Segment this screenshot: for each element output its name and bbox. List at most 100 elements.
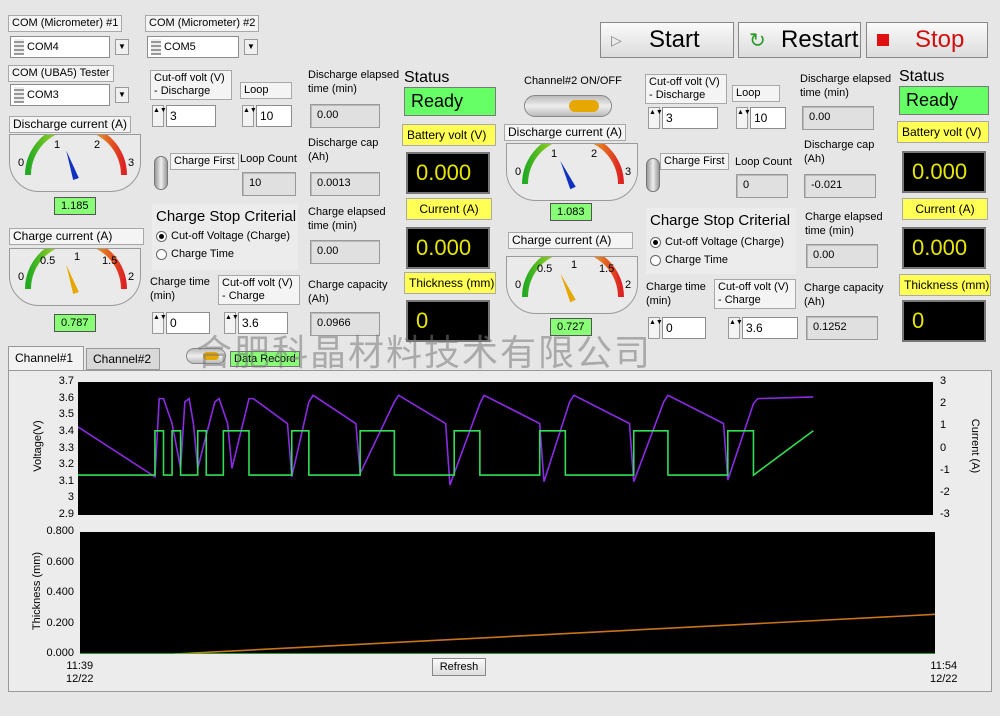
axis-tick-label: 2.9 [58,508,74,520]
stop-button[interactable]: Stop [866,22,988,58]
gauge-tick: 0.5 [537,263,553,275]
numeric-value[interactable]: 0 [662,317,706,339]
axis-tick-label: 3.2 [58,458,74,471]
ch1-thickness-label: Thickness (mm) [404,272,496,294]
ch1-loop-label: Loop [240,82,292,99]
axis-tick-label: 3.1 [58,474,74,487]
play-icon: ▷ [611,31,622,48]
ch2-discharge-gauge: 0 1 2 3 [506,133,638,201]
gauge-tick: 2 [625,279,632,291]
ch1-loop-count-label: Loop Count [240,153,297,165]
tab-channel2[interactable]: Channel#2 [86,348,160,370]
ch1-discharge-cap-value: 0.0013 [310,172,380,196]
spinner-icon[interactable]: ▲▼ [736,107,751,129]
axis-tick-label: 0.800 [46,525,74,537]
refresh-button[interactable]: Refresh [432,658,486,676]
ch1-current-label: Current (A) [406,198,492,220]
spinner-icon[interactable]: ▲▼ [152,105,167,127]
chevron-down-icon[interactable]: ▼ [115,39,129,55]
ch2-thickness-label: Thickness (mm) [899,274,991,296]
com-micrometer1-select[interactable]: COM4 ▼ [10,36,129,58]
ch2-charge-time-input[interactable]: ▲▼ 0 [648,316,706,340]
stop-label: Stop [915,26,965,53]
gauge-dial [522,133,624,190]
ch1-charge-current-label: Charge current (A) [9,228,144,245]
spinner-icon[interactable]: ▲▼ [648,107,663,129]
gauge-tick: 0 [18,157,25,169]
ch2-charge-elapsed-value: 0.00 [806,244,878,268]
gauge-tick: 2 [591,148,598,160]
ch2-status-label: Status [899,68,945,85]
gauge-tick: 2 [128,271,135,283]
ch2-discharge-cap-value: -0.021 [804,174,876,198]
ch2-cutoff-discharge-input[interactable]: ▲▼ 3 [648,106,718,130]
ch1-discharge-gauge: 0 1 2 3 [9,124,141,192]
start-button[interactable]: ▷ Start [600,22,734,58]
spinner-icon[interactable]: ▲▼ [728,317,743,339]
ch2-loop-count-value: 0 [736,174,788,198]
ch2-charge-first-toggle[interactable] [646,158,660,192]
ch1-charge-elapsed-label: Charge elapsed time (min) [308,206,386,232]
ch1-loop-input[interactable]: ▲▼ 10 [242,104,292,128]
axis-tick-label: 2 [940,397,947,410]
restart-label: Restart [781,26,859,53]
ch1-cutoff-discharge-input[interactable]: ▲▼ 3 [152,104,216,128]
chevron-down-icon[interactable]: ▼ [244,39,258,55]
spinner-icon[interactable]: ▲▼ [242,105,257,127]
chevron-down-icon[interactable]: ▼ [115,87,129,103]
axis-tick-label: 3 [940,375,947,387]
gauge-tick: 1.5 [102,255,118,267]
ch1-radio-time[interactable]: Charge Time [156,248,234,260]
tab-channel1[interactable]: Channel#1 [8,346,84,370]
gauge-tick: 0 [18,271,25,283]
ch2-loop-count-label: Loop Count [735,156,792,168]
gauge-tick: 0.5 [40,255,56,267]
ch1-battery-volt-label: Battery volt (V) [402,124,496,146]
numeric-value[interactable]: 10 [256,105,292,127]
ch1-radio-voltage[interactable]: Cut-off Voltage (Charge) [156,230,290,242]
spinner-icon[interactable]: ▲▼ [152,312,167,334]
ch2-cutoff-charge-input[interactable]: ▲▼ 3.6 [728,316,798,340]
grip-icon [14,39,24,55]
ch2-onoff-toggle[interactable] [524,95,612,117]
numeric-value[interactable]: 10 [750,107,786,129]
ch2-charge-first-label: Charge First [660,153,729,170]
ch2-loop-input[interactable]: ▲▼ 10 [736,106,786,130]
radio-off-icon [156,248,167,260]
x-axis-start-label: 11:39 12/22 [66,660,94,685]
gauge-tick: 2 [94,139,101,151]
gauge-tick: 1 [551,148,558,160]
ch1-charge-time-label: Charge time (min) [150,276,210,302]
ch2-charge-time-label: Charge time (min) [646,281,706,307]
com-micrometer2-select[interactable]: COM5 ▼ [147,36,258,58]
grip-icon [14,87,24,103]
ch2-discharge-current-value: 1.083 [550,203,592,221]
numeric-value[interactable]: 3 [662,107,718,129]
start-label: Start [649,26,700,53]
ch2-radio-voltage[interactable]: Cut-off Voltage (Charge) [650,236,784,248]
ch1-current-value: 0.000 [406,227,490,269]
axis-tick-label: 0.200 [46,616,74,629]
ch2-status-value: Ready [899,86,989,115]
numeric-value[interactable]: 3 [166,105,216,127]
numeric-value[interactable]: 3.6 [742,317,798,339]
ch2-battery-volt-label: Battery volt (V) [897,121,989,143]
voltage-current-chart [78,382,933,515]
ch1-cutoff-discharge-label: Cut-off volt (V) - Discharge [150,70,232,100]
ch1-battery-volt-value: 0.000 [406,152,490,194]
ch1-charge-first-toggle[interactable] [154,156,168,190]
gauge-tick: 1 [54,139,61,151]
radio-on-icon [156,230,167,242]
com-uba5-select[interactable]: COM3 ▼ [10,84,129,106]
ch1-discharge-current-label: Discharge current (A) [9,116,132,133]
ch2-stop-criteria-label: Charge Stop Criterial [650,212,791,229]
ch2-radio-time[interactable]: Charge Time [650,254,728,266]
radio-label: Cut-off Voltage (Charge) [171,230,291,242]
ch2-charge-current-label: Charge current (A) [508,232,633,249]
gauge-tick: 3 [625,166,632,178]
ch1-discharge-current-value: 1.185 [54,197,96,215]
restart-button[interactable]: ↻ Restart [738,22,861,58]
com-micrometer2-label: COM (Micrometer) #2 [145,15,260,32]
watermark-text: 合肥科晶材料技术有限公司 [196,333,653,374]
combo-value: COM3 [27,89,59,101]
